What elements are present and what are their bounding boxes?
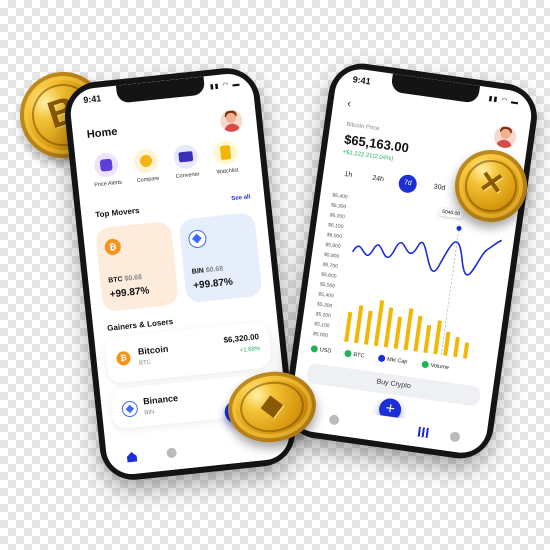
legend-mkt-cap[interactable]: Mkt Cap [377,354,408,365]
y-axis-label: $6,300 [330,202,347,211]
btc-icon: ₿ [115,350,132,367]
bell-icon [93,151,120,179]
legend-usd[interactable]: USD [310,344,332,355]
avatar[interactable] [492,124,518,150]
btc-icon: ₿ [104,238,122,256]
y-axis-label: $5,000 [312,331,329,340]
volume-bar [453,336,460,358]
binance-icon [121,400,139,418]
volume-bar [403,308,414,351]
volume-bar [344,311,353,343]
chart-icon[interactable] [328,414,340,426]
volume-bar [373,300,385,347]
y-axis-label: $6,200 [329,212,346,221]
y-axis-label: $5,100 [313,321,330,330]
tool-watchlist[interactable]: Watchlist [202,138,250,182]
avatar[interactable] [219,108,244,133]
y-axis-label: $5,200 [315,311,332,320]
y-axis-label: $6,000 [326,232,343,241]
volume-bars [344,300,470,359]
y-axis-label: $6,100 [327,222,344,231]
volume-bar [462,342,470,359]
tab-7d[interactable]: 7d [397,173,418,194]
market-cap-line [352,239,503,276]
legend-btc[interactable]: BTC [344,349,365,360]
mover-card-btc[interactable]: ₿ BTC $0.68 +99.87% [94,220,180,313]
chart-pie-icon[interactable] [166,447,178,459]
bars-icon[interactable] [417,426,429,439]
volume-bar [413,315,423,352]
tab-24h[interactable]: 24h [368,169,388,189]
right-phone: 9:41 ▮▮ ◠ ▬ ‹ Bitcoin Price $65,163.00 +… [280,59,542,463]
tooltip-point [456,225,462,231]
y-axis-label: $5,900 [324,241,341,251]
y-axis-label: $5,600 [320,271,337,280]
mover-card-bin[interactable]: BIN $0.68 +99.87% [178,211,263,304]
volume-bar [383,307,394,348]
y-axis-label: $5,300 [316,301,333,310]
y-axis-label: $5,800 [323,251,340,260]
mover-change: +99.87% [109,285,150,301]
y-axis-label: $6,400 [331,192,348,201]
volume-bar [363,310,373,345]
mover-change: +99.87% [192,276,234,292]
settings-icon[interactable] [449,431,461,443]
see-all-link[interactable]: See all [231,194,251,202]
tab-30d[interactable]: 30d [429,178,449,198]
home-icon[interactable] [126,452,137,463]
status-time: 9:41 [82,93,102,106]
right-phone-screen: 9:41 ▮▮ ◠ ▬ ‹ Bitcoin Price $65,163.00 +… [287,66,535,456]
volume-bar [393,316,403,349]
status-icons: ▮▮ ◠ ▬ [488,95,520,107]
status-time: 9:41 [352,74,372,87]
top-movers-heading: Top Movers [94,205,140,220]
y-axis-label: $5,500 [319,281,336,290]
volume-bar [354,305,364,344]
y-axis-label: $5,400 [318,291,335,300]
price-label: Bitcoin Price [345,121,380,133]
converter-icon [172,143,199,170]
status-icons: ▮▮ ◠ ▬ [209,80,241,91]
gainers-losers-heading: Gainers & Losers [106,316,174,333]
volume-bar [423,324,432,354]
compare-icon [132,147,160,175]
tab-1h[interactable]: 1h [338,165,358,185]
y-axis-label: $5,700 [322,261,339,270]
watchlist-icon [212,139,239,166]
binance-icon [187,229,208,249]
page-title: Home [86,125,118,141]
legend-volume[interactable]: Volume [421,360,449,372]
back-icon[interactable]: ‹ [346,98,351,110]
volume-bar [433,320,442,355]
